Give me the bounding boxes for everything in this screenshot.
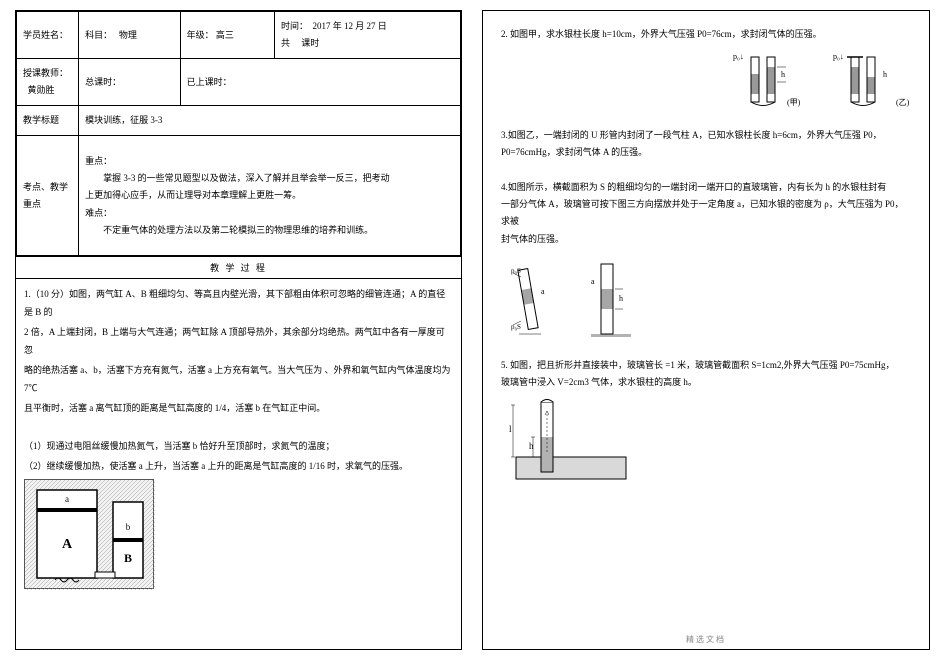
- q1-line2: 2 倍，A 上端封闭，B 上端与大气连通；两气缸除 A 顶部导热外，其余部分均绝…: [24, 323, 453, 359]
- svg-text:p₀S: p₀S: [511, 267, 521, 275]
- figure-2-utubes: p₀↓ h (甲) p₀↓ h (乙): [501, 49, 911, 109]
- keypoint-line1: 掌握 3-3 的一些常见题型以及做法，深入了解并且举会举一反三，把考动: [85, 170, 454, 187]
- q3-line1: 3.如图乙，一端封闭的 U 形管内封闭了一段气柱 A，已知水银柱长度 h=6cm…: [501, 127, 911, 144]
- teacher-label: 授课教师：: [23, 68, 68, 78]
- time-value: 2017 年 12 月 27 日: [312, 21, 386, 31]
- svg-text:h: h: [883, 70, 887, 79]
- label-A: A: [62, 537, 73, 552]
- q4-line2: 一部分气体 A，玻璃管可按下图三方向摆放并处于一定角度 a，已知水银的密度为 ρ…: [501, 196, 911, 230]
- q3-line2: P0=76cmHg，求封闭气体 A 的压强。: [501, 144, 911, 161]
- time-label: 时间：: [281, 21, 308, 31]
- svg-text:a: a: [591, 277, 595, 286]
- grade-label: 年级：: [187, 30, 214, 40]
- keypoint-label-cell: 考点、教学重点: [17, 136, 79, 256]
- process-title: 教 学 过 程: [16, 256, 461, 279]
- q2-mark1: (甲): [787, 98, 801, 107]
- q1-line3: 略的绝热活塞 a、b，活塞下方充有氮气，活塞 a 上方充有氧气。当大气压为 、外…: [24, 361, 453, 397]
- question-4: 4.如图所示，横截面积为 S 的粗细均匀的一端封闭一端开口的直玻璃管，内有长为 …: [501, 179, 911, 338]
- keypoint-line2: 上更加得心应手，从而让理导对本章理解上更胜一筹。: [85, 187, 454, 204]
- q4-line1: 4.如图所示，横截面积为 S 的粗细均匀的一端封闭一端开口的直玻璃管，内有长为 …: [501, 179, 911, 196]
- periods-label: 共: [281, 38, 290, 48]
- svg-text:h: h: [781, 70, 785, 79]
- svg-text:p₀↓: p₀↓: [733, 52, 744, 61]
- page-left: 学员姓名： 科目： 物理 年级： 高三 时间： 2017 年 12 月 27 日…: [15, 10, 462, 650]
- difficult-value: 不定重气体的处理方法以及第二轮模拟三的物理思维的培养和训练。: [85, 222, 454, 239]
- goal-value-cell: 模块训练，征服 3-3: [79, 106, 461, 136]
- keypoint-intro: 重点：: [85, 153, 454, 170]
- subject-cell: 科目： 物理: [79, 12, 180, 59]
- question-3: 3.如图乙，一端封闭的 U 形管内封闭了一段气柱 A，已知水银柱长度 h=6cm…: [501, 127, 911, 161]
- teacher-cell: 授课教师： 黄勋胜: [17, 59, 79, 106]
- svg-text:h: h: [619, 294, 623, 303]
- svg-text:p₀S: p₀S: [511, 323, 521, 331]
- q2-mark2: (乙): [896, 98, 910, 107]
- q1-line1: 1.（10 分）如图，两气缸 A、B 粗细均匀、等高且内壁光滑，其下部粗由体积可…: [24, 285, 453, 321]
- label-a: a: [65, 494, 69, 504]
- difficult-intro: 难点：: [85, 205, 454, 222]
- teacher-value: 黄勋胜: [28, 85, 55, 95]
- question-5: 5. 如图，把且折形并直接装中，玻璃管长 =1 米，玻璃管截面积 S=1cm2,…: [501, 357, 911, 487]
- svg-text:a: a: [541, 287, 545, 296]
- label-b: b: [126, 522, 131, 532]
- subject-value: 物理: [119, 30, 137, 40]
- svg-text:p₀↓: p₀↓: [833, 52, 844, 61]
- grade-cell: 年级： 高三: [180, 12, 274, 59]
- grade-value: 高三: [216, 30, 234, 40]
- q5-line1: 5. 如图，把且折形并直接装中，玻璃管长 =1 米，玻璃管截面积 S=1cm2,…: [501, 357, 911, 374]
- q4-line3: 封气体的压强。: [501, 231, 911, 248]
- page-right: 2. 如图甲，求水银柱长度 h=10cm，外界大气压强 P0=76cm，求封闭气…: [482, 10, 930, 650]
- keypoint-content-cell: 重点： 掌握 3-3 的一些常见题型以及做法，深入了解并且举会举一反三，把考动 …: [79, 136, 461, 256]
- subject-label: 科目：: [85, 30, 112, 40]
- q1-sub1: （1）现通过电阻丝缓慢加热氮气，当活塞 b 恰好升至顶部时，求氮气的温度；: [24, 437, 453, 455]
- cylinder-diagram-icon: a A b B: [25, 480, 155, 590]
- q1-line4: 且平衡时，活塞 a 离气缸顶的距离是气缸高度的 1/4，活塞 b 在气缸正中间。: [24, 399, 453, 417]
- total-lessons-cell: 总课时：: [79, 59, 180, 106]
- lesson-header-table: 学员姓名： 科目： 物理 年级： 高三 时间： 2017 年 12 月 27 日…: [16, 11, 461, 256]
- q2-text: 2. 如图甲，求水银柱长度 h=10cm，外界大气压强 P0=76cm，求封闭气…: [501, 26, 911, 43]
- figure-1-cylinders: a A b B: [24, 479, 154, 589]
- periods-unit: 课时: [301, 38, 319, 48]
- figure-4-tubes: p₀S p₀S a h a: [501, 254, 651, 339]
- goal-label-cell: 教学标题: [17, 106, 79, 136]
- student-name-cell: 学员姓名：: [17, 12, 79, 59]
- time-cell: 时间： 2017 年 12 月 27 日 共 课时: [274, 12, 460, 59]
- svg-text:l: l: [509, 424, 512, 434]
- question-2: 2. 如图甲，求水银柱长度 h=10cm，外界大气压强 P0=76cm，求封闭气…: [501, 26, 911, 109]
- q5-line2: 玻璃管中浸入 V=2cm3 气体，求水银柱的高度 h。: [501, 374, 911, 391]
- attended-lessons-cell: 已上课时：: [180, 59, 460, 106]
- left-body: 1.（10 分）如图，两气缸 A、B 粗细均匀、等高且内壁光滑，其下部粗由体积可…: [16, 279, 461, 595]
- q1-sub2: （2）继续缓慢加热，使活塞 a 上升，当活塞 a 上升的距离是气缸高度的 1/1…: [24, 457, 453, 475]
- footer: 精选文档: [483, 634, 929, 645]
- figure-5-tube: l h: [501, 397, 641, 487]
- label-B: B: [124, 551, 132, 565]
